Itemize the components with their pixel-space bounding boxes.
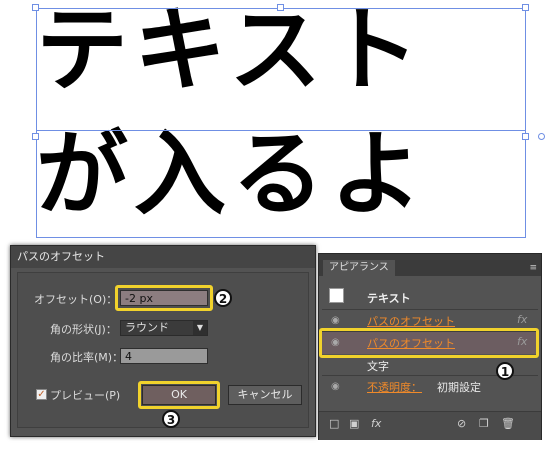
- add-fill-icon[interactable]: ▣: [349, 417, 359, 430]
- preview-checkbox[interactable]: ✓: [36, 389, 47, 400]
- characters-label: 文字: [367, 360, 389, 373]
- eye-icon[interactable]: ◉: [331, 315, 340, 326]
- callout-3: 3: [162, 410, 180, 428]
- rotate-handle[interactable]: [538, 133, 545, 140]
- add-effect-icon[interactable]: fx: [371, 417, 381, 430]
- fx-icon[interactable]: fx: [517, 313, 527, 326]
- selection-baseline: [36, 130, 526, 131]
- highlight-effect: [319, 328, 539, 358]
- clear-appearance-icon[interactable]: ⊘: [457, 417, 466, 430]
- handle-top-center[interactable]: [277, 4, 284, 11]
- add-stroke-icon[interactable]: □: [329, 417, 339, 430]
- handle-top-right[interactable]: [522, 4, 529, 11]
- eye-icon[interactable]: ◉: [331, 381, 340, 392]
- chevron-down-icon: ▼: [193, 321, 207, 335]
- effect-offset-path-1[interactable]: パスのオフセット: [367, 313, 455, 329]
- callout-2: 2: [214, 289, 232, 307]
- selection-bounding-box: [36, 8, 526, 238]
- miter-input[interactable]: 4: [120, 348, 208, 364]
- miter-label: 角の比率(M)：: [50, 351, 124, 364]
- opacity-value: 初期設定: [437, 381, 481, 394]
- offset-label: オフセット(O)：: [34, 293, 118, 306]
- handle-middle-left[interactable]: [32, 133, 39, 140]
- tab-appearance[interactable]: アピアランス: [323, 260, 395, 276]
- handle-middle-right[interactable]: [522, 133, 529, 140]
- appearance-panel: アピアランス ≡ テキスト ◉ パスのオフセット fx ◉ パスのオフセット f…: [318, 253, 542, 440]
- offset-path-dialog: パスのオフセット オフセット(O)： -2 px 角の形状(J)： ラウンド ▼…: [10, 245, 316, 437]
- dialog-body: オフセット(O)： -2 px 角の形状(J)： ラウンド ▼ 角の比率(M)：…: [17, 272, 309, 428]
- preview-label: プレビュー(P): [50, 389, 121, 402]
- handle-top-left[interactable]: [32, 4, 39, 11]
- fill-swatch[interactable]: [329, 288, 344, 303]
- join-select-value: ラウンド: [125, 321, 169, 334]
- opacity-link[interactable]: 不透明度：: [367, 379, 422, 395]
- delete-item-icon[interactable]: 🗑: [501, 417, 515, 430]
- highlight-offset: [115, 285, 213, 311]
- highlight-ok: [138, 381, 220, 409]
- join-label: 角の形状(J)：: [50, 323, 117, 336]
- panel-menu-icon[interactable]: ≡: [529, 263, 537, 273]
- dialog-title: パスのオフセット: [11, 246, 315, 268]
- cancel-button[interactable]: キャンセル: [228, 385, 302, 405]
- duplicate-item-icon[interactable]: ❐: [479, 417, 489, 430]
- header-label: テキスト: [367, 292, 411, 305]
- callout-1: 1: [496, 362, 514, 380]
- join-select[interactable]: ラウンド ▼: [120, 320, 208, 336]
